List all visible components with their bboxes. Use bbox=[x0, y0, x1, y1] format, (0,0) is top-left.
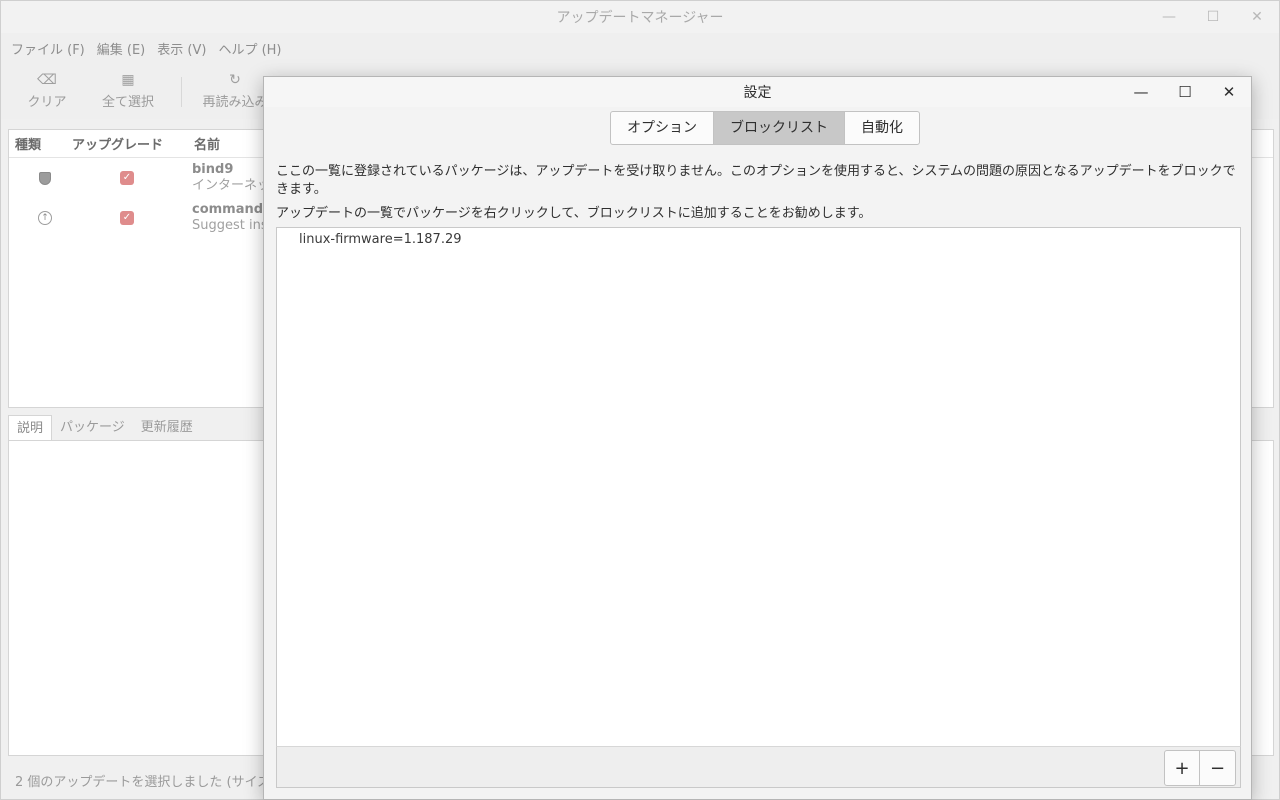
settings-dialog: 設定 — ☐ ✕ オプション ブロックリスト 自動化 ここの一覧に登録されている… bbox=[263, 76, 1252, 800]
column-upgrade[interactable]: アップグレード bbox=[66, 134, 192, 153]
clear-button[interactable]: ⌫ クリア bbox=[13, 69, 81, 110]
menu-edit[interactable]: 編集 (E) bbox=[91, 39, 152, 58]
clear-label: クリア bbox=[27, 95, 67, 110]
main-minimize-button[interactable]: — bbox=[1147, 1, 1191, 33]
shield-icon bbox=[39, 171, 51, 185]
blocklist-toolbar: + − bbox=[276, 746, 1241, 788]
reload-label: 再読み込み bbox=[202, 95, 268, 110]
main-window-title: アップデートマネージャー bbox=[556, 10, 724, 26]
upgrade-checkbox[interactable]: ✓ bbox=[120, 211, 134, 225]
tab-blocklist[interactable]: ブロックリスト bbox=[714, 112, 845, 144]
select-all-label: 全て選択 bbox=[101, 95, 154, 110]
menu-file[interactable]: ファイル (F) bbox=[5, 39, 91, 58]
remove-button[interactable]: − bbox=[1200, 751, 1235, 785]
status-text: 2 個のアップデートを選択しました (サイズ bbox=[15, 775, 271, 790]
backspace-icon: ⌫ bbox=[37, 72, 57, 88]
tab-packages[interactable]: パッケージ bbox=[52, 415, 133, 441]
upgrade-icon: ↑ bbox=[38, 211, 52, 225]
upgrade-checkbox[interactable]: ✓ bbox=[120, 171, 134, 185]
details-tabs: 説明 パッケージ 更新履歴 bbox=[8, 415, 201, 441]
settings-tabs: オプション ブロックリスト 自動化 bbox=[610, 111, 920, 145]
dialog-maximize-button[interactable]: ☐ bbox=[1163, 77, 1207, 107]
dialog-titlebar: 設定 — ☐ ✕ bbox=[264, 77, 1251, 107]
menubar: ファイル (F) 編集 (E) 表示 (V) ヘルプ (H) bbox=[1, 33, 1279, 63]
blocklist-description: ここの一覧に登録されているパッケージは、アップデートを受け取りません。このオプシ… bbox=[276, 164, 1236, 197]
column-name[interactable]: 名前 bbox=[192, 134, 220, 153]
tab-description[interactable]: 説明 bbox=[8, 415, 53, 441]
main-window-controls: — ☐ ✕ bbox=[1147, 1, 1279, 33]
menu-help[interactable]: ヘルプ (H) bbox=[212, 39, 287, 58]
menu-view[interactable]: 表示 (V) bbox=[151, 39, 212, 58]
toolbar-separator bbox=[181, 77, 182, 107]
package-description: インターネッ bbox=[192, 178, 271, 193]
blocklist-button-group: + − bbox=[1164, 750, 1236, 786]
blocklist-hint: アップデートの一覧でパッケージを右クリックして、ブロックリストに追加することをお… bbox=[276, 206, 872, 221]
add-button[interactable]: + bbox=[1165, 751, 1200, 785]
main-titlebar: アップデートマネージャー — ☐ ✕ bbox=[1, 1, 1279, 33]
select-all-button[interactable]: ▦ 全て選択 bbox=[81, 69, 175, 110]
list-item[interactable]: linux-firmware=1.187.29 bbox=[277, 228, 1240, 252]
reload-icon: ↻ bbox=[229, 72, 241, 88]
dialog-title: 設定 bbox=[743, 85, 772, 101]
dialog-window-controls: — ☐ ✕ bbox=[1119, 77, 1251, 107]
dialog-close-button[interactable]: ✕ bbox=[1207, 77, 1251, 107]
blocklist: linux-firmware=1.187.29 bbox=[276, 227, 1241, 747]
column-type[interactable]: 種類 bbox=[9, 134, 66, 153]
main-close-button[interactable]: ✕ bbox=[1235, 1, 1279, 33]
dialog-minimize-button[interactable]: — bbox=[1119, 77, 1163, 107]
tab-options[interactable]: オプション bbox=[611, 112, 714, 144]
tab-changelog[interactable]: 更新履歴 bbox=[133, 415, 201, 441]
tab-automation[interactable]: 自動化 bbox=[845, 112, 919, 144]
main-maximize-button[interactable]: ☐ bbox=[1191, 1, 1235, 33]
package-name: bind9 bbox=[192, 162, 234, 177]
select-all-icon: ▦ bbox=[121, 72, 135, 88]
